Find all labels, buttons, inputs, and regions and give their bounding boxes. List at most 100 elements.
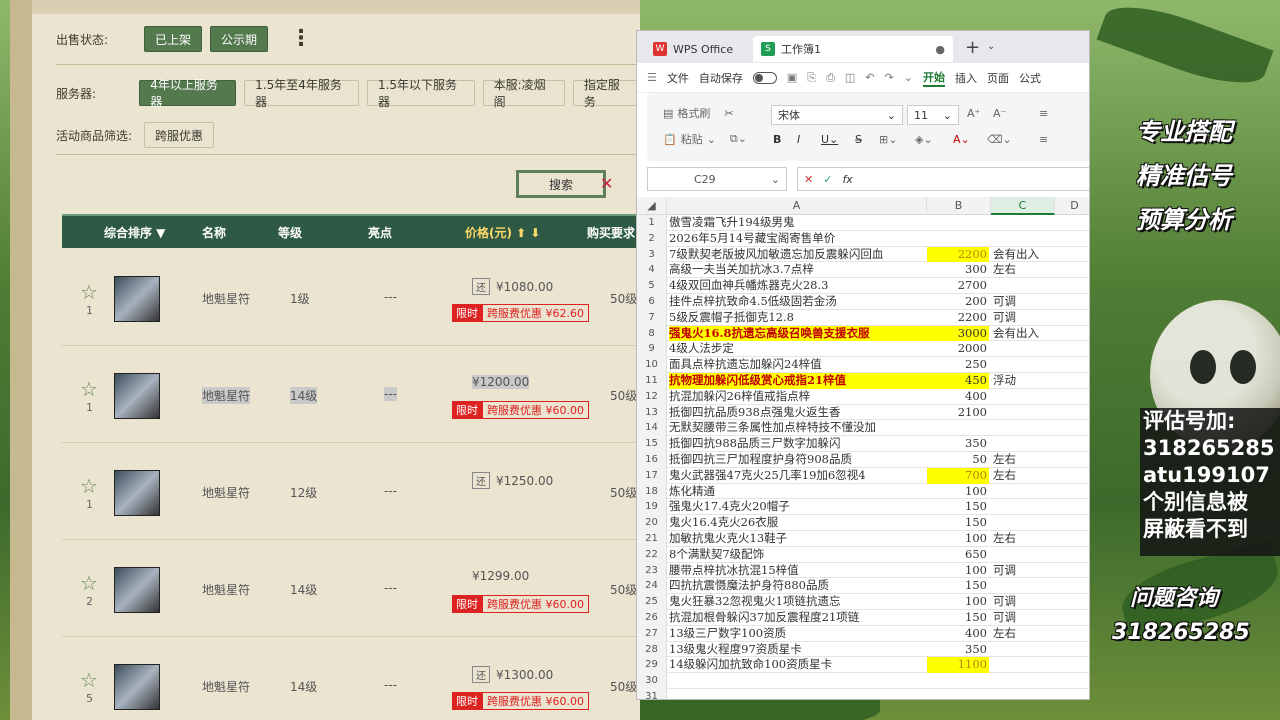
cell-a[interactable]: 14级躲闪加抗致命100资质星卡	[669, 657, 927, 673]
cell-a[interactable]: 加敏抗鬼火克火13鞋子	[669, 531, 927, 547]
cell-a[interactable]: 炼化精通	[669, 484, 927, 500]
bargain-icon[interactable]: 还	[472, 472, 490, 489]
star-icon[interactable]: ☆	[80, 280, 98, 304]
menu-formula[interactable]: 公式	[1019, 70, 1041, 86]
item-image[interactable]	[114, 470, 160, 516]
tab-workbook[interactable]: S 工作簿1 ●	[753, 36, 953, 62]
redo-icon[interactable]: ↷	[885, 71, 894, 84]
fill-color-icon[interactable]: ◈⌄	[915, 133, 933, 146]
cell-a[interactable]: 8个满默契7级配饰	[669, 547, 927, 563]
cut-icon[interactable]: ✂	[724, 107, 733, 120]
row-number[interactable]: 22	[637, 546, 667, 563]
clear-format-icon[interactable]: ⌫⌄	[987, 133, 1012, 146]
cell-b[interactable]: 450	[927, 373, 989, 389]
row-number[interactable]: 29	[637, 657, 667, 674]
cell-a[interactable]: 强鬼火16.8抗遗忘高级召唤兽支援衣服	[669, 325, 939, 342]
item-image[interactable]	[114, 664, 160, 710]
align-left-icon[interactable]: ≡	[1039, 133, 1048, 146]
cell-a[interactable]: 傲雪凌霜飞升194级男鬼	[669, 215, 927, 231]
cell-c[interactable]: 浮动	[991, 373, 1053, 389]
cell-a[interactable]: 抗混加根骨躲闪37加反震程度21项链	[669, 610, 927, 626]
cell-c[interactable]: 左右	[991, 531, 1053, 547]
cell-c[interactable]: 可调	[991, 310, 1053, 326]
row-number[interactable]: 27	[637, 625, 667, 642]
bargain-icon[interactable]: 还	[472, 278, 490, 295]
cell-a[interactable]: 抵御四抗988品质三尸数字加躲闪	[669, 436, 927, 452]
export-icon[interactable]: ⎘	[807, 71, 816, 85]
autosave-toggle[interactable]	[752, 71, 777, 84]
row-number[interactable]: 4	[637, 262, 667, 279]
listing-row[interactable]: ☆ 1 地魁星符 1级 --- 还 ¥1080.00 限时 跨服费优惠 ¥62.60 50级	[62, 250, 662, 346]
row-number[interactable]: 30	[637, 673, 667, 689]
cell-b[interactable]: 1100	[927, 657, 989, 674]
menu-insert[interactable]: 插入	[955, 70, 977, 86]
server-1-5-4yr-button[interactable]: 1.5年至4年服务器	[244, 78, 359, 109]
bargain-icon[interactable]: 还	[472, 666, 490, 683]
cell-a[interactable]: 抗混加躲闪26梓值戒指点梓	[669, 389, 927, 405]
cell-c[interactable]: 左右	[991, 626, 1053, 642]
column-header-c[interactable]: C	[991, 197, 1055, 215]
cell-a[interactable]: 7级默契老版披风加敏遗忘加反震躲闪回血	[669, 247, 927, 263]
cell-b[interactable]: 350	[927, 642, 989, 658]
cell-a[interactable]: 13级鬼火程度97资质星卡	[669, 642, 927, 658]
cell-b[interactable]: 100	[927, 531, 989, 547]
row-number[interactable]: 16	[637, 452, 667, 468]
listing-row[interactable]: ☆ 1 地魁星符 12级 --- 还 ¥1250.00 50级	[62, 444, 662, 540]
cell-b[interactable]: 700	[927, 467, 989, 484]
server-local-button[interactable]: 本服:凌烟阁	[482, 78, 565, 109]
cancel-icon[interactable]: ✕	[804, 173, 813, 186]
row-number[interactable]: 2	[637, 230, 667, 247]
row-number[interactable]: 18	[637, 483, 667, 500]
cell-b[interactable]: 200	[927, 294, 989, 310]
listing-row[interactable]: ☆ 1 地魁星符 14级 --- ¥1200.00 限时 跨服费优惠 ¥60.00 50级	[62, 347, 662, 443]
print-icon[interactable]: ⎙	[826, 71, 835, 85]
row-number[interactable]: 26	[637, 610, 667, 626]
select-all-corner[interactable]: ◢	[637, 197, 667, 215]
cell-a[interactable]: 13级三尸数字100资质	[669, 626, 927, 642]
italic-icon[interactable]: I	[797, 133, 800, 146]
cell-b[interactable]: 3000	[927, 325, 989, 342]
font-size-select[interactable]: 11 ⌄	[907, 105, 959, 125]
listing-row[interactable]: ☆ 5 地魁星符 14级 --- 还 ¥1300.00 限时 跨服费优惠 ¥60.00 50级	[62, 638, 662, 720]
row-number[interactable]: 20	[637, 515, 667, 531]
preview-icon[interactable]: ◫	[845, 71, 855, 84]
cell-c[interactable]: 可调	[991, 594, 1053, 610]
cell-a[interactable]: 高级一夫当关加抗冰3.7点梓	[669, 262, 927, 278]
cell-b[interactable]: 2200	[927, 246, 989, 263]
cell-b[interactable]: 150	[927, 578, 989, 594]
align-top-icon[interactable]: ≡	[1039, 107, 1048, 120]
column-header-b[interactable]: B	[927, 197, 991, 215]
cell-a[interactable]: 鬼火狂暴32忽视鬼火1项链抗遗忘	[669, 594, 927, 610]
cell-a[interactable]: 腰带点梓抗冰抗混15梓值	[669, 563, 927, 579]
star-icon[interactable]: ☆	[80, 571, 98, 595]
formula-input[interactable]: ✕ ✓ fx	[797, 167, 1089, 191]
underline-icon[interactable]: U⌄	[821, 133, 838, 146]
font-shrink-icon[interactable]: A⁻	[993, 107, 1006, 120]
item-image[interactable]	[114, 567, 160, 613]
cell-a[interactable]: 抵御四抗品质938点强鬼火返生香	[669, 405, 927, 421]
cell-b[interactable]: 100	[927, 594, 989, 610]
cell-a[interactable]: 鬼火16.4克火26衣服	[669, 515, 927, 531]
confirm-icon[interactable]: ✓	[823, 173, 832, 186]
menu-file[interactable]: 文件	[667, 70, 689, 86]
row-number[interactable]: 25	[637, 594, 667, 610]
cell-b[interactable]: 2700	[927, 278, 989, 294]
column-header-a[interactable]: A	[667, 197, 927, 215]
cell-a[interactable]: 强鬼火17.4克火20帽子	[669, 499, 927, 515]
cell-b[interactable]: 150	[927, 610, 989, 626]
row-number[interactable]: 12	[637, 388, 667, 405]
row-number[interactable]: 28	[637, 641, 667, 658]
sort-column-header[interactable]: 综合排序 ▼	[104, 224, 165, 241]
unsaved-dot-icon[interactable]: ●	[935, 43, 945, 56]
price-column-header[interactable]: 价格(元) ⬆ ⬇	[465, 224, 540, 241]
listing-row[interactable]: ☆ 2 地魁星符 14级 --- ¥1299.00 限时 跨服费优惠 ¥60.00 50级	[62, 541, 662, 637]
cell-b[interactable]: 400	[927, 389, 989, 405]
row-number[interactable]: 7	[637, 309, 667, 326]
cell-a[interactable]: 5级反震帽子抵御克12.8	[669, 310, 927, 326]
row-number[interactable]: 10	[637, 357, 667, 373]
cell-b[interactable]: 650	[927, 547, 989, 563]
menu-start[interactable]: 开始	[922, 69, 945, 87]
font-family-select[interactable]: 宋体 ⌄	[771, 105, 903, 125]
more-options-icon[interactable]: ⋮	[290, 28, 312, 50]
column-header-d[interactable]: D	[1055, 197, 1089, 215]
